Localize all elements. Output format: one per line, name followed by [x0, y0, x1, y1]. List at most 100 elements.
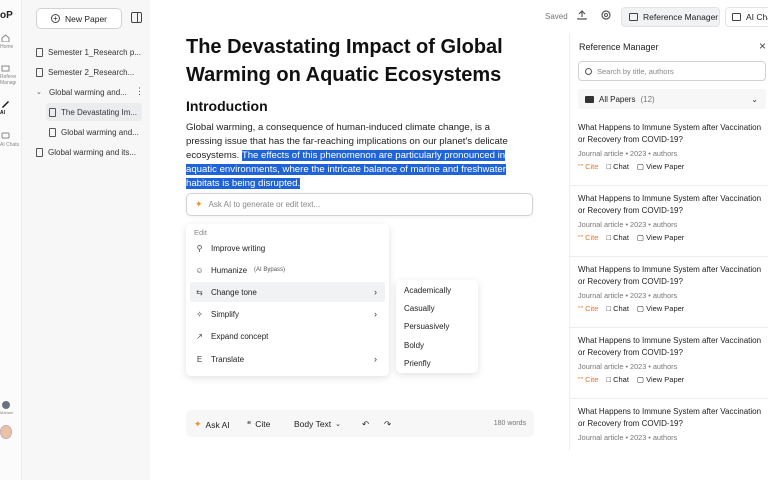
new-paper-label: New Paper	[64, 13, 108, 24]
home-icon	[1, 34, 11, 43]
reference-item[interactable]: What Happens to Immune System after Vacc…	[578, 264, 768, 313]
menu-humanize[interactable]: ☺ Humanize (AI Bypass)	[190, 260, 385, 280]
chevron-down-icon: ⌄	[335, 421, 342, 428]
tree-item[interactable]: Semester 2_Research...	[36, 63, 146, 81]
close-icon[interactable]: ×	[759, 39, 766, 53]
chat-button[interactable]: □ Chat	[606, 162, 628, 171]
ai-edit-menu: Edit ⚲ Improve writing ☺ Humanize (AI By…	[186, 224, 389, 376]
sidebar-toggle-icon[interactable]	[131, 12, 142, 23]
undo-icon[interactable]: ↶	[362, 419, 369, 430]
paragraph[interactable]: Global warming, a consequence of human-i…	[186, 121, 526, 191]
user-label: Mariam	[0, 410, 14, 415]
ask-ai-label: Ask AI	[205, 419, 230, 430]
ask-ai-input[interactable]: ✦ Ask AI to generate or edit text...	[186, 193, 533, 216]
tone-option[interactable]: Boldy	[404, 341, 424, 350]
divider	[570, 256, 768, 257]
more-icon[interactable]: ⋮	[135, 86, 144, 97]
cite-button[interactable]: “” Cite	[578, 162, 598, 171]
tree-item-active[interactable]: The Devastating Im...	[46, 103, 142, 121]
folder-label: All Papers	[599, 94, 636, 104]
ask-ai-button[interactable]: ✦ Ask AI	[194, 419, 230, 430]
tone-option[interactable]: Academically	[404, 286, 451, 295]
folder-icon	[629, 13, 638, 21]
tree-item-label: Global warming and...	[49, 87, 127, 97]
tree-item[interactable]: Global warming and its...	[36, 143, 146, 161]
view-paper-button[interactable]: ▢ View Paper	[637, 233, 684, 242]
search-placeholder: Search by title, authors	[597, 66, 674, 76]
folder-icon	[585, 95, 594, 103]
chat-icon	[1, 132, 11, 140]
rail-home-label: Home	[0, 44, 14, 50]
view-paper-button[interactable]: ▢ View Paper	[637, 375, 684, 384]
menu-translate[interactable]: Ε Translate ›	[190, 349, 385, 369]
reference-meta: Journal article • 2023 • authors	[578, 433, 678, 442]
cite-button[interactable]: “ Cite	[247, 419, 270, 429]
workspace-avatar[interactable]	[2, 401, 10, 409]
pen-icon	[1, 100, 11, 108]
document-title[interactable]: The Devastating Impact of Global Warming…	[186, 33, 546, 89]
text-style-label: Body Text	[294, 419, 332, 429]
chat-button[interactable]: □ Chat	[606, 233, 628, 242]
tree-item-label: The Devastating Im...	[61, 107, 138, 117]
profile-avatar[interactable]	[0, 425, 12, 439]
rail-reference-manager[interactable]: Reference Manager	[0, 64, 22, 86]
chat-icon	[732, 13, 741, 21]
chevron-right-icon: ›	[374, 354, 377, 364]
rail-ai-writer[interactable]: AI Writer	[0, 100, 22, 116]
reference-title: What Happens to Immune System after Vacc…	[578, 123, 762, 132]
tree-item[interactable]: Semester 1_Research p...	[36, 43, 146, 61]
wand-icon: ⚲	[196, 243, 203, 253]
redo-icon[interactable]: ↷	[384, 419, 391, 430]
search-icon	[585, 67, 592, 75]
rail-ai-chats[interactable]: AI Chats	[0, 132, 22, 148]
chevron-down-icon: ⌄	[36, 89, 42, 96]
text-style-dropdown[interactable]: Body Text ⌄	[294, 419, 341, 429]
rail-home[interactable]: Home	[0, 34, 22, 50]
tree-item[interactable]: Global warming and...	[49, 123, 145, 141]
folder-selector[interactable]: All Papers (12) ⌄	[578, 89, 766, 109]
rail-ai-writer-label: AI Writer	[0, 110, 5, 116]
chat-button[interactable]: □ Chat	[606, 304, 628, 313]
reference-search-input[interactable]: Search by title, authors	[578, 61, 766, 81]
cite-button[interactable]: “” Cite	[578, 304, 598, 313]
chat-button[interactable]: □ Chat	[606, 375, 628, 384]
editor-toolbar: ✦ Ask AI “ Cite Body Text ⌄ ↶ ↷ 180 word…	[186, 410, 534, 437]
tone-submenu: Academically Casually Persuasively Boldy…	[396, 280, 478, 373]
new-paper-button[interactable]: + New Paper	[36, 8, 122, 29]
cite-button[interactable]: “” Cite	[578, 233, 598, 242]
tone-option[interactable]: Persuasively	[404, 322, 449, 331]
chevron-right-icon: ›	[374, 309, 377, 319]
tone-option[interactable]: Prienfly	[404, 359, 431, 368]
document-icon	[49, 127, 56, 137]
logo: oP	[0, 10, 13, 21]
view-paper-button[interactable]: ▢ View Paper	[637, 304, 684, 313]
reference-title: or Recovery from COVID-19?	[578, 135, 683, 144]
reference-manager-button[interactable]: Reference Manager	[621, 7, 720, 27]
reference-title: What Happens to Immune System after Vacc…	[578, 265, 762, 274]
cite-button[interactable]: “” Cite	[578, 375, 598, 384]
tone-option[interactable]: Casually	[404, 304, 435, 313]
reference-title: or Recovery from COVID-19?	[578, 277, 683, 286]
menu-item-label: Humanize	[211, 265, 248, 275]
ai-chat-label: AI Chat	[746, 12, 768, 22]
document-icon	[36, 47, 43, 57]
menu-change-tone[interactable]: ⇆ Change tone ›	[190, 282, 385, 302]
menu-simplify[interactable]: ✧ Simplify ›	[190, 304, 385, 324]
document-icon	[36, 67, 43, 77]
menu-expand-concept[interactable]: ↗ Expand concept	[190, 326, 385, 346]
gear-icon[interactable]	[599, 9, 613, 23]
sparkle-icon: ✧	[196, 309, 203, 319]
menu-improve-writing[interactable]: ⚲ Improve writing	[190, 238, 385, 258]
upload-icon[interactable]	[575, 9, 589, 23]
reference-item[interactable]: What Happens to Immune System after Vacc…	[578, 335, 768, 384]
reference-meta: Journal article • 2023 • authors	[578, 220, 678, 229]
reference-item[interactable]: What Happens to Immune System after Vacc…	[578, 406, 768, 442]
section-heading[interactable]: Introduction	[186, 98, 268, 114]
reference-item[interactable]: What Happens to Immune System after Vacc…	[578, 122, 768, 171]
document-icon	[36, 147, 43, 157]
reference-title: What Happens to Immune System after Vacc…	[578, 194, 762, 203]
tree-folder-open[interactable]: ⌄ Global warming and... ⋮	[36, 83, 146, 101]
view-paper-button[interactable]: ▢ View Paper	[637, 162, 684, 171]
reference-item[interactable]: What Happens to Immune System after Vacc…	[578, 193, 768, 242]
ai-chat-button[interactable]: AI Chat	[725, 7, 768, 27]
